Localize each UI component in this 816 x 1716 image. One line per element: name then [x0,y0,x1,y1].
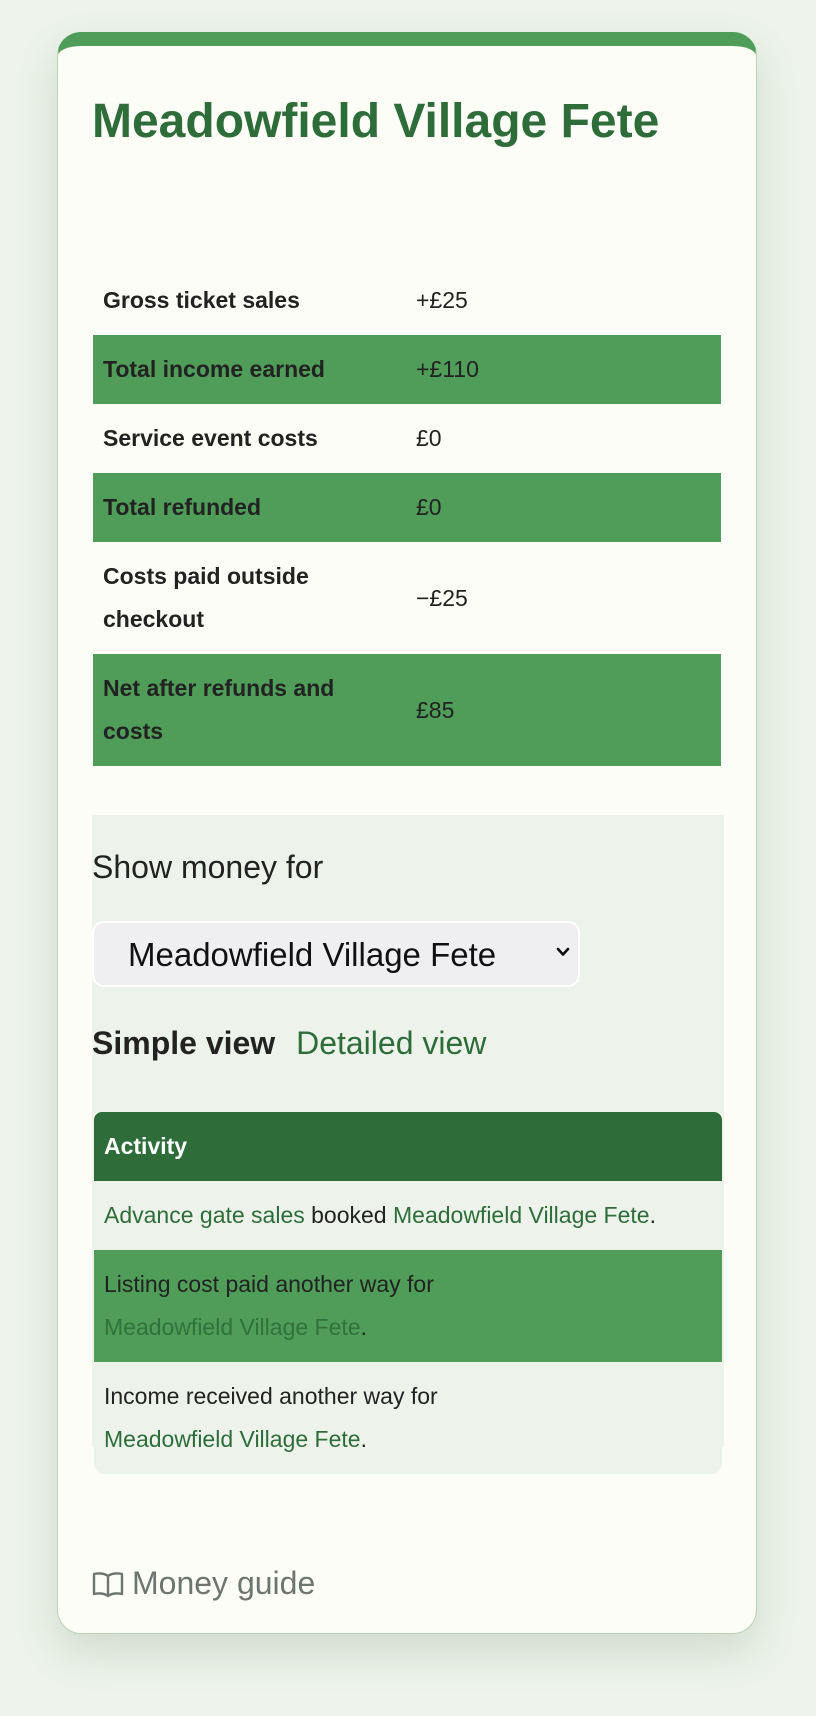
activity-row: Listing cost paid another way for Meadow… [94,1250,722,1362]
page-title: Meadowfield Village Fete [92,95,660,148]
summary-label: Costs paid outside checkout [103,563,309,632]
event-link[interactable]: Meadowfield Village Fete [393,1202,650,1228]
summary-row: Costs paid outside checkout −£25 [93,542,721,654]
activity-punct: . [360,1314,367,1340]
book-icon [92,1571,124,1597]
summary-value: −£25 [416,584,468,611]
summary-label: Total refunded [93,473,406,542]
activity-text: booked [304,1202,393,1228]
summary-value: £0 [406,473,721,542]
activity-row: Advance gate sales booked Meadowfield Vi… [94,1181,722,1250]
summary-label: Service event costs [103,425,318,451]
activity-panel: Show money for Meadowfield Village Fete … [92,815,724,1474]
money-summary-table: Gross ticket sales +£25 Total income ear… [93,266,721,766]
summary-value: £85 [406,654,721,766]
activity-text: Listing cost paid another way for [104,1271,434,1297]
event-link[interactable]: Meadowfield Village Fete [104,1426,361,1452]
activity-punct: . [360,1426,367,1452]
simple-view-tab[interactable]: Simple view [92,1025,275,1061]
summary-label: Total income earned [93,335,406,404]
summary-row: Gross ticket sales +£25 [93,266,721,335]
event-link[interactable]: Meadowfield Village Fete [104,1314,361,1340]
activity-text: Income received another way for [104,1383,438,1409]
summary-label: Gross ticket sales [103,287,300,313]
summary-row: Total refunded £0 [93,473,721,542]
activity-punct: . [649,1202,656,1228]
activity-table: Activity Advance gate sales booked Meado… [94,1112,722,1474]
money-card: Meadowfield Village Fete Gross ticket sa… [57,32,757,1634]
money-guide-label: Money guide [132,1565,316,1601]
money-guide-link[interactable]: Money guide [92,1565,315,1602]
summary-row: Net after refunds and costs £85 [93,654,721,766]
activity-row: Income received another way for Meadowfi… [94,1362,722,1474]
summary-label: Net after refunds and costs [93,654,406,766]
chevron-down-icon [556,947,570,956]
activity-header: Activity [94,1112,722,1181]
view-toggle: Simple view Detailed view [92,1025,486,1062]
summary-value: £0 [416,425,442,451]
summary-value: +£25 [416,287,468,313]
detailed-view-link[interactable]: Detailed view [296,1025,486,1061]
summary-value: +£110 [406,335,721,404]
filter-label: Show money for [92,849,324,885]
event-select[interactable]: Meadowfield Village Fete [92,921,580,987]
summary-row: Total income earned +£110 [93,335,721,404]
summary-row: Service event costs £0 [93,404,721,473]
gate-sales-link[interactable]: Advance gate sales [104,1202,305,1228]
event-select-value: Meadowfield Village Fete [128,936,497,973]
